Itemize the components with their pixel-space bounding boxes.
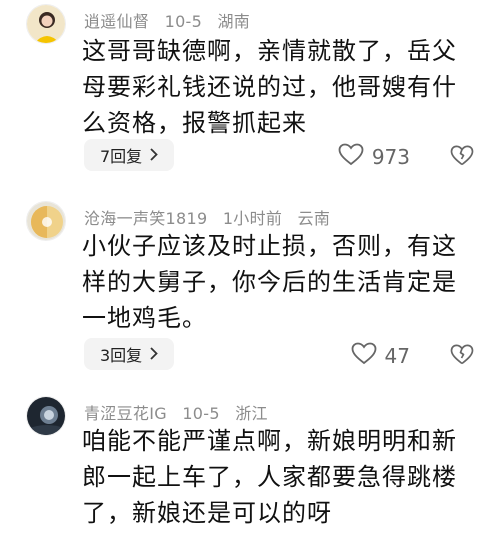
comment-date: 1小时前 (222, 209, 283, 228)
reply-label: 3回复 (100, 346, 143, 365)
comment-location: 湖南 (217, 12, 251, 31)
like-count: 973 (371, 145, 410, 169)
chevron-right-icon (150, 345, 158, 364)
heart-icon (338, 143, 364, 171)
comment-2: 沧海一声笑1819 1小时前 云南 小伙子应该及时止损，否则，有这 样的大舅子，… (0, 195, 500, 375)
comment-location: 云南 (297, 209, 331, 228)
comment-text-line: 了，新娘还是可以的呀 (82, 499, 332, 527)
comment-text-line: 母要彩礼钱还说的过，他哥嫂有什 (82, 73, 457, 101)
comment-text-line: 样的大舅子，你今后的生活肯定是 (82, 268, 457, 296)
comment-text-line: 郎一起上车了，人家都要急得跳楼 (82, 463, 457, 491)
comment-meta: 逍遥仙督 10-5 湖南 (84, 8, 260, 32)
comment-text: 这哥哥缺德啊，亲情就散了，岳父 母要彩礼钱还说的过，他哥嫂有什 么资格，报警抓起… (82, 33, 482, 141)
comment-text-line: 这哥哥缺德啊，亲情就散了，岳父 (82, 37, 457, 65)
comment-text: 小伙子应该及时止损，否则，有这 样的大舅子，你今后的生活肯定是 一地鸡毛。 (82, 228, 482, 336)
comment-date: 10-5 (182, 404, 220, 423)
comment-text: 咱能不能严谨点啊，新娘明明和新 郎一起上车了，人家都要急得跳楼 了，新娘还是可以… (82, 423, 482, 531)
reply-button[interactable]: 7回复 (84, 139, 175, 171)
broken-heart-icon[interactable] (450, 145, 474, 170)
like-count: 47 (384, 344, 410, 368)
comment-meta: 青涩豆花IG 10-5 浙江 (84, 400, 278, 424)
comment-3: 青涩豆花IG 10-5 浙江 咱能不能严谨点啊，新娘明明和新 郎一起上车了，人家… (0, 392, 500, 540)
comment-text-line: 么资格，报警抓起来 (82, 109, 307, 137)
like-control[interactable]: 973 (338, 143, 410, 171)
comment-meta: 沧海一声笑1819 1小时前 云南 (84, 205, 340, 229)
reply-button[interactable]: 3回复 (84, 338, 175, 370)
avatar[interactable] (26, 201, 66, 241)
comment-text-line: 一地鸡毛。 (82, 304, 207, 332)
comment-text-line: 咱能不能严谨点啊，新娘明明和新 (82, 427, 457, 455)
comment-1: 逍遥仙督 10-5 湖南 这哥哥缺德啊，亲情就散了，岳父 母要彩礼钱还说的过，他… (0, 0, 500, 180)
comment-date: 10-5 (164, 12, 203, 31)
chevron-right-icon (150, 146, 158, 165)
avatar[interactable] (26, 4, 66, 44)
broken-heart-icon[interactable] (450, 344, 474, 369)
username[interactable]: 沧海一声笑1819 (84, 209, 207, 228)
comment-location: 浙江 (235, 404, 268, 423)
comment-text-line: 小伙子应该及时止损，否则，有这 (82, 232, 457, 260)
avatar[interactable] (26, 396, 66, 436)
heart-icon (351, 342, 377, 370)
like-control[interactable]: 47 (351, 342, 410, 370)
username[interactable]: 逍遥仙督 (84, 12, 149, 31)
reply-label: 7回复 (100, 147, 143, 166)
username[interactable]: 青涩豆花IG (84, 404, 167, 423)
